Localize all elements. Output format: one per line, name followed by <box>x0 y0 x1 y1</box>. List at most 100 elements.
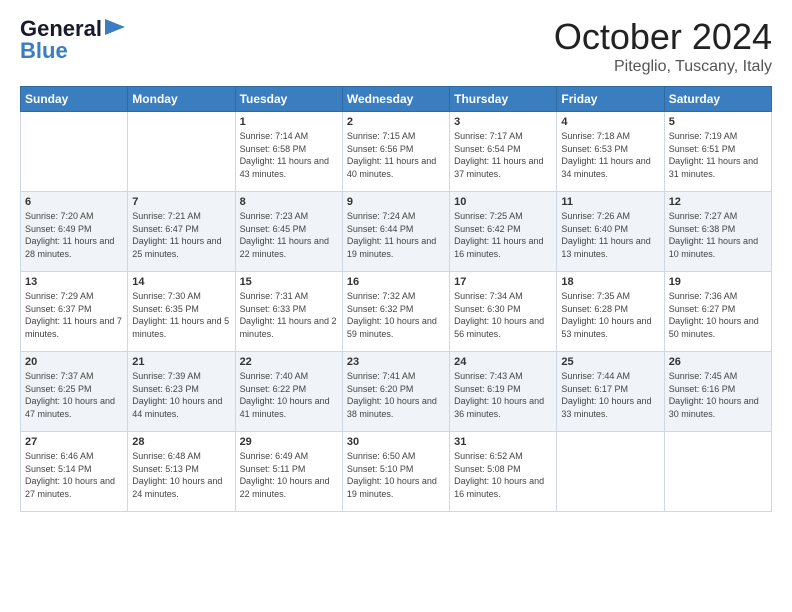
day-info: Sunrise: 7:44 AM Sunset: 6:17 PM Dayligh… <box>561 370 659 420</box>
calendar-cell: 2 Sunrise: 7:15 AM Sunset: 6:56 PM Daylig… <box>342 112 449 192</box>
week-row-2: 6 Sunrise: 7:20 AM Sunset: 6:49 PM Daylig… <box>21 192 772 272</box>
calendar-cell: 25 Sunrise: 7:44 AM Sunset: 6:17 PM Dayli… <box>557 352 664 432</box>
calendar-cell: 23 Sunrise: 7:41 AM Sunset: 6:20 PM Dayli… <box>342 352 449 432</box>
calendar-cell: 15Sunrise: 7:31 AM Sunset: 6:33 PM Dayli… <box>235 272 342 352</box>
calendar-cell: 20Sunrise: 7:37 AM Sunset: 6:25 PM Dayli… <box>21 352 128 432</box>
day-number: 14 <box>132 276 230 288</box>
day-number: 25 <box>561 356 659 368</box>
day-number: 23 <box>347 356 445 368</box>
calendar-subtitle: Piteglio, Tuscany, Italy <box>554 58 772 76</box>
day-number: 11 <box>561 196 659 208</box>
day-info: Sunrise: 7:26 AM Sunset: 6:40 PM Dayligh… <box>561 210 659 260</box>
day-number: 29 <box>240 436 338 448</box>
day-number: 16 <box>347 276 445 288</box>
calendar-cell: 17 Sunrise: 7:34 AM Sunset: 6:30 PM Dayli… <box>450 272 557 352</box>
day-number: 22 <box>240 356 338 368</box>
title-block: October 2024 Piteglio, Tuscany, Italy <box>554 16 772 76</box>
week-row-4: 20Sunrise: 7:37 AM Sunset: 6:25 PM Dayli… <box>21 352 772 432</box>
calendar-cell: 13Sunrise: 7:29 AM Sunset: 6:37 PM Dayli… <box>21 272 128 352</box>
calendar-cell <box>664 432 771 512</box>
calendar-cell: 30 Sunrise: 6:50 AM Sunset: 5:10 PM Dayli… <box>342 432 449 512</box>
day-info: Sunrise: 7:14 AM Sunset: 6:58 PM Dayligh… <box>240 130 338 180</box>
day-info: Sunrise: 7:43 AM Sunset: 6:19 PM Dayligh… <box>454 370 552 420</box>
calendar-table: Sunday Monday Tuesday Wednesday Thursday… <box>20 86 772 512</box>
day-info: Sunrise: 7:39 AM Sunset: 6:23 PM Dayligh… <box>132 370 230 420</box>
calendar-cell: 29 Sunrise: 6:49 AM Sunset: 5:11 PM Dayli… <box>235 432 342 512</box>
logo-arrow-icon <box>105 19 125 40</box>
col-saturday: Saturday <box>664 87 771 112</box>
day-number: 24 <box>454 356 552 368</box>
day-info: Sunrise: 6:52 AM Sunset: 5:08 PM Dayligh… <box>454 450 552 500</box>
day-number: 4 <box>561 116 659 128</box>
day-info: Sunrise: 7:31 AM Sunset: 6:33 PM Dayligh… <box>240 290 338 340</box>
day-number: 18 <box>561 276 659 288</box>
calendar-cell: 19 Sunrise: 7:36 AM Sunset: 6:27 PM Dayli… <box>664 272 771 352</box>
day-number: 30 <box>347 436 445 448</box>
calendar-cell <box>21 112 128 192</box>
day-info: Sunrise: 6:49 AM Sunset: 5:11 PM Dayligh… <box>240 450 338 500</box>
calendar-cell: 1 Sunrise: 7:14 AM Sunset: 6:58 PM Daylig… <box>235 112 342 192</box>
day-number: 12 <box>669 196 767 208</box>
day-number: 17 <box>454 276 552 288</box>
col-friday: Friday <box>557 87 664 112</box>
calendar-cell: 16 Sunrise: 7:32 AM Sunset: 6:32 PM Dayli… <box>342 272 449 352</box>
day-info: Sunrise: 7:29 AM Sunset: 6:37 PM Dayligh… <box>25 290 123 340</box>
day-info: Sunrise: 7:32 AM Sunset: 6:32 PM Dayligh… <box>347 290 445 340</box>
calendar-cell: 3Sunrise: 7:17 AM Sunset: 6:54 PM Daylig… <box>450 112 557 192</box>
day-info: Sunrise: 7:40 AM Sunset: 6:22 PM Dayligh… <box>240 370 338 420</box>
day-number: 1 <box>240 116 338 128</box>
day-number: 5 <box>669 116 767 128</box>
day-info: Sunrise: 7:45 AM Sunset: 6:16 PM Dayligh… <box>669 370 767 420</box>
day-info: Sunrise: 7:35 AM Sunset: 6:28 PM Dayligh… <box>561 290 659 340</box>
week-row-5: 27Sunrise: 6:46 AM Sunset: 5:14 PM Dayli… <box>21 432 772 512</box>
col-tuesday: Tuesday <box>235 87 342 112</box>
calendar-cell: 5 Sunrise: 7:19 AM Sunset: 6:51 PM Daylig… <box>664 112 771 192</box>
logo: General Blue <box>20 16 125 64</box>
day-info: Sunrise: 7:15 AM Sunset: 6:56 PM Dayligh… <box>347 130 445 180</box>
header: General Blue October 2024 Piteglio, Tusc… <box>20 16 772 76</box>
week-row-1: 1 Sunrise: 7:14 AM Sunset: 6:58 PM Daylig… <box>21 112 772 192</box>
calendar-cell: 7 Sunrise: 7:21 AM Sunset: 6:47 PM Daylig… <box>128 192 235 272</box>
day-info: Sunrise: 7:20 AM Sunset: 6:49 PM Dayligh… <box>25 210 123 260</box>
calendar-cell: 27Sunrise: 6:46 AM Sunset: 5:14 PM Dayli… <box>21 432 128 512</box>
day-number: 3 <box>454 116 552 128</box>
day-number: 26 <box>669 356 767 368</box>
calendar-cell: 6 Sunrise: 7:20 AM Sunset: 6:49 PM Daylig… <box>21 192 128 272</box>
day-number: 2 <box>347 116 445 128</box>
day-number: 31 <box>454 436 552 448</box>
day-number: 20 <box>25 356 123 368</box>
day-info: Sunrise: 7:30 AM Sunset: 6:35 PM Dayligh… <box>132 290 230 340</box>
calendar-cell: 9Sunrise: 7:24 AM Sunset: 6:44 PM Daylig… <box>342 192 449 272</box>
day-info: Sunrise: 7:34 AM Sunset: 6:30 PM Dayligh… <box>454 290 552 340</box>
day-info: Sunrise: 7:36 AM Sunset: 6:27 PM Dayligh… <box>669 290 767 340</box>
day-info: Sunrise: 7:23 AM Sunset: 6:45 PM Dayligh… <box>240 210 338 260</box>
col-monday: Monday <box>128 87 235 112</box>
col-thursday: Thursday <box>450 87 557 112</box>
day-info: Sunrise: 7:21 AM Sunset: 6:47 PM Dayligh… <box>132 210 230 260</box>
day-number: 6 <box>25 196 123 208</box>
calendar-cell: 11 Sunrise: 7:26 AM Sunset: 6:40 PM Dayli… <box>557 192 664 272</box>
calendar-cell: 18 Sunrise: 7:35 AM Sunset: 6:28 PM Dayli… <box>557 272 664 352</box>
day-info: Sunrise: 7:41 AM Sunset: 6:20 PM Dayligh… <box>347 370 445 420</box>
calendar-cell: 26 Sunrise: 7:45 AM Sunset: 6:16 PM Dayli… <box>664 352 771 432</box>
day-info: Sunrise: 7:19 AM Sunset: 6:51 PM Dayligh… <box>669 130 767 180</box>
day-info: Sunrise: 6:50 AM Sunset: 5:10 PM Dayligh… <box>347 450 445 500</box>
day-info: Sunrise: 7:25 AM Sunset: 6:42 PM Dayligh… <box>454 210 552 260</box>
col-wednesday: Wednesday <box>342 87 449 112</box>
day-number: 7 <box>132 196 230 208</box>
calendar-cell: 31 Sunrise: 6:52 AM Sunset: 5:08 PM Dayli… <box>450 432 557 512</box>
day-number: 8 <box>240 196 338 208</box>
calendar-cell: 24 Sunrise: 7:43 AM Sunset: 6:19 PM Dayli… <box>450 352 557 432</box>
calendar-cell: 22 Sunrise: 7:40 AM Sunset: 6:22 PM Dayli… <box>235 352 342 432</box>
calendar-body: 1 Sunrise: 7:14 AM Sunset: 6:58 PM Daylig… <box>21 112 772 512</box>
page: General Blue October 2024 Piteglio, Tusc… <box>0 0 792 522</box>
calendar-cell: 28 Sunrise: 6:48 AM Sunset: 5:13 PM Dayli… <box>128 432 235 512</box>
day-info: Sunrise: 6:48 AM Sunset: 5:13 PM Dayligh… <box>132 450 230 500</box>
day-info: Sunrise: 7:24 AM Sunset: 6:44 PM Dayligh… <box>347 210 445 260</box>
day-number: 19 <box>669 276 767 288</box>
calendar-cell: 12Sunrise: 7:27 AM Sunset: 6:38 PM Dayli… <box>664 192 771 272</box>
day-info: Sunrise: 7:18 AM Sunset: 6:53 PM Dayligh… <box>561 130 659 180</box>
day-number: 28 <box>132 436 230 448</box>
day-number: 21 <box>132 356 230 368</box>
week-row-3: 13Sunrise: 7:29 AM Sunset: 6:37 PM Dayli… <box>21 272 772 352</box>
